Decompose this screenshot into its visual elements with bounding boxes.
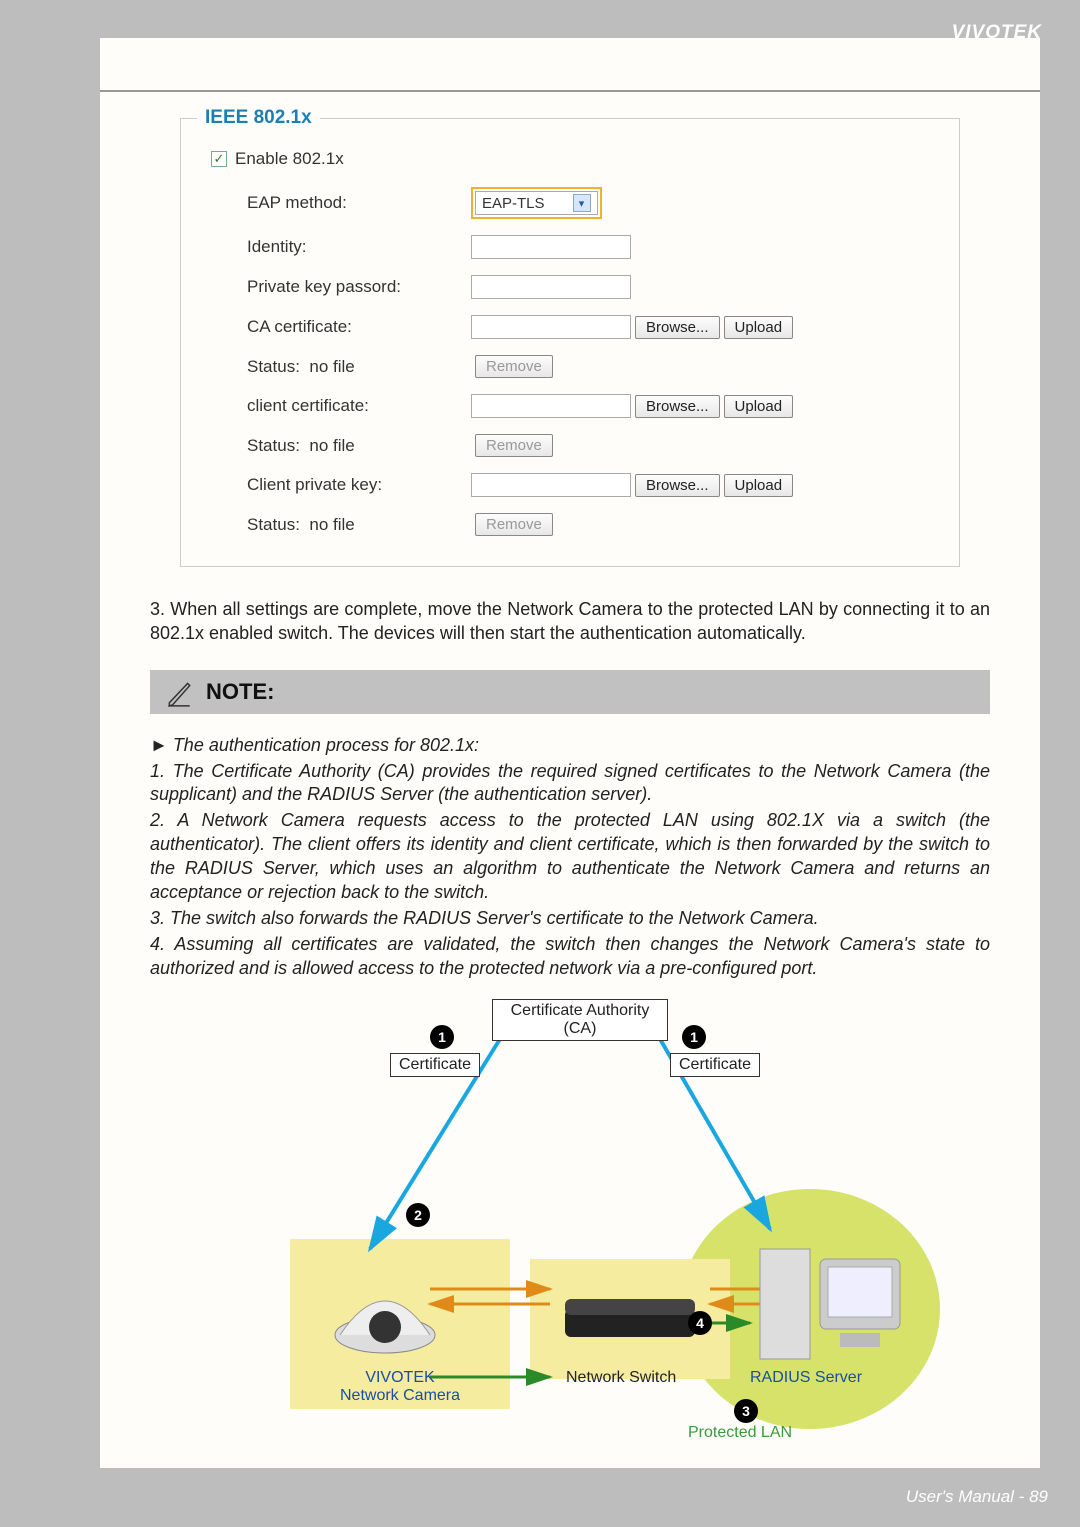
note-bar: NOTE: bbox=[150, 670, 990, 714]
note-item-1: 1. The Certificate Authority (CA) provid… bbox=[150, 760, 990, 808]
clientcert-upload-button[interactable]: Upload bbox=[724, 395, 794, 418]
clientkey-label: Client private key: bbox=[211, 475, 471, 495]
ca-file-input[interactable] bbox=[471, 315, 631, 339]
pencil-icon bbox=[166, 677, 192, 707]
ca-upload-button[interactable]: Upload bbox=[724, 316, 794, 339]
panel-legend: IEEE 802.1x bbox=[197, 107, 320, 129]
camera-icon bbox=[330, 1257, 440, 1357]
note-item-2: 2. A Network Camera requests access to t… bbox=[150, 809, 990, 905]
enable-label: Enable 802.1x bbox=[235, 149, 344, 169]
radius-label: RADIUS Server bbox=[750, 1369, 862, 1387]
eap-row: EAP method: EAP-TLS ▾ bbox=[211, 187, 939, 219]
step-2-badge: 2 bbox=[406, 1203, 430, 1227]
clientkey-status-row: Status: no file Remove bbox=[211, 513, 939, 536]
identity-row: Identity: bbox=[211, 235, 939, 259]
ca-box: Certificate Authority (CA) bbox=[492, 999, 668, 1041]
footer: User's Manual - 89 bbox=[906, 1487, 1048, 1507]
certificate-box-left: Certificate bbox=[390, 1053, 480, 1077]
auth-diagram: Certificate Authority (CA) Certificate C… bbox=[210, 999, 930, 1459]
chevron-down-icon[interactable]: ▾ bbox=[573, 194, 591, 212]
clientkey-row: Client private key: Browse... Upload bbox=[211, 473, 939, 497]
eap-select-highlight: EAP-TLS ▾ bbox=[471, 187, 602, 219]
clientkey-remove-button[interactable]: Remove bbox=[475, 513, 553, 536]
step-1-badge-left: 1 bbox=[430, 1025, 454, 1049]
clientkey-upload-button[interactable]: Upload bbox=[724, 474, 794, 497]
certificate-box-right: Certificate bbox=[670, 1053, 760, 1077]
switch-label: Network Switch bbox=[566, 1369, 676, 1387]
ca-remove-button[interactable]: Remove bbox=[475, 355, 553, 378]
enable-checkbox[interactable]: ✓ bbox=[211, 151, 227, 167]
note-body: ► The authentication process for 802.1x:… bbox=[150, 734, 990, 981]
pkpass-row: Private key passord: bbox=[211, 275, 939, 299]
step-4-badge: 4 bbox=[688, 1311, 712, 1335]
pkpass-input[interactable] bbox=[471, 275, 631, 299]
enable-row: ✓ Enable 802.1x bbox=[211, 149, 939, 169]
protected-lan-label: Protected LAN bbox=[688, 1424, 792, 1442]
eap-label: EAP method: bbox=[211, 193, 471, 213]
clientcert-row: client certificate: Browse... Upload bbox=[211, 394, 939, 418]
server-icon bbox=[750, 1229, 910, 1369]
clientkey-file-input[interactable] bbox=[471, 473, 631, 497]
eap-select[interactable]: EAP-TLS ▾ bbox=[475, 191, 598, 215]
clientcert-status-row: Status: no file Remove bbox=[211, 434, 939, 457]
clientcert-label: client certificate: bbox=[211, 396, 471, 416]
ca-browse-button[interactable]: Browse... bbox=[635, 316, 720, 339]
note-item-4: 4. Assuming all certificates are validat… bbox=[150, 933, 990, 981]
identity-label: Identity: bbox=[211, 237, 471, 257]
note-item-3: 3. The switch also forwards the RADIUS S… bbox=[150, 907, 990, 931]
page: IEEE 802.1x ✓ Enable 802.1x EAP method: … bbox=[100, 38, 1040, 1468]
step-1-badge-right: 1 bbox=[682, 1025, 706, 1049]
eap-value: EAP-TLS bbox=[482, 195, 545, 212]
clientkey-browse-button[interactable]: Browse... bbox=[635, 474, 720, 497]
clientcert-remove-button[interactable]: Remove bbox=[475, 434, 553, 457]
clientcert-file-input[interactable] bbox=[471, 394, 631, 418]
camera-label: VIVOTEK Network Camera bbox=[310, 1369, 490, 1405]
ca-status-label: Status: no file bbox=[211, 357, 471, 377]
pkpass-label: Private key passord: bbox=[211, 277, 471, 297]
clientcert-status-label: Status: no file bbox=[211, 436, 471, 456]
note-intro: ► The authentication process for 802.1x: bbox=[150, 734, 990, 758]
clientkey-status-label: Status: no file bbox=[211, 515, 471, 535]
clientcert-browse-button[interactable]: Browse... bbox=[635, 395, 720, 418]
note-title: NOTE: bbox=[206, 679, 274, 705]
step-3-badge: 3 bbox=[734, 1399, 758, 1423]
content: IEEE 802.1x ✓ Enable 802.1x EAP method: … bbox=[100, 38, 1040, 1459]
switch-icon bbox=[560, 1289, 700, 1349]
ca-status-row: Status: no file Remove bbox=[211, 355, 939, 378]
step-3-paragraph: 3. When all settings are complete, move … bbox=[150, 597, 990, 646]
ieee8021x-panel: IEEE 802.1x ✓ Enable 802.1x EAP method: … bbox=[180, 118, 960, 567]
header-rule bbox=[100, 90, 1040, 92]
ca-label: CA certificate: bbox=[211, 317, 471, 337]
ca-row: CA certificate: Browse... Upload bbox=[211, 315, 939, 339]
identity-input[interactable] bbox=[471, 235, 631, 259]
